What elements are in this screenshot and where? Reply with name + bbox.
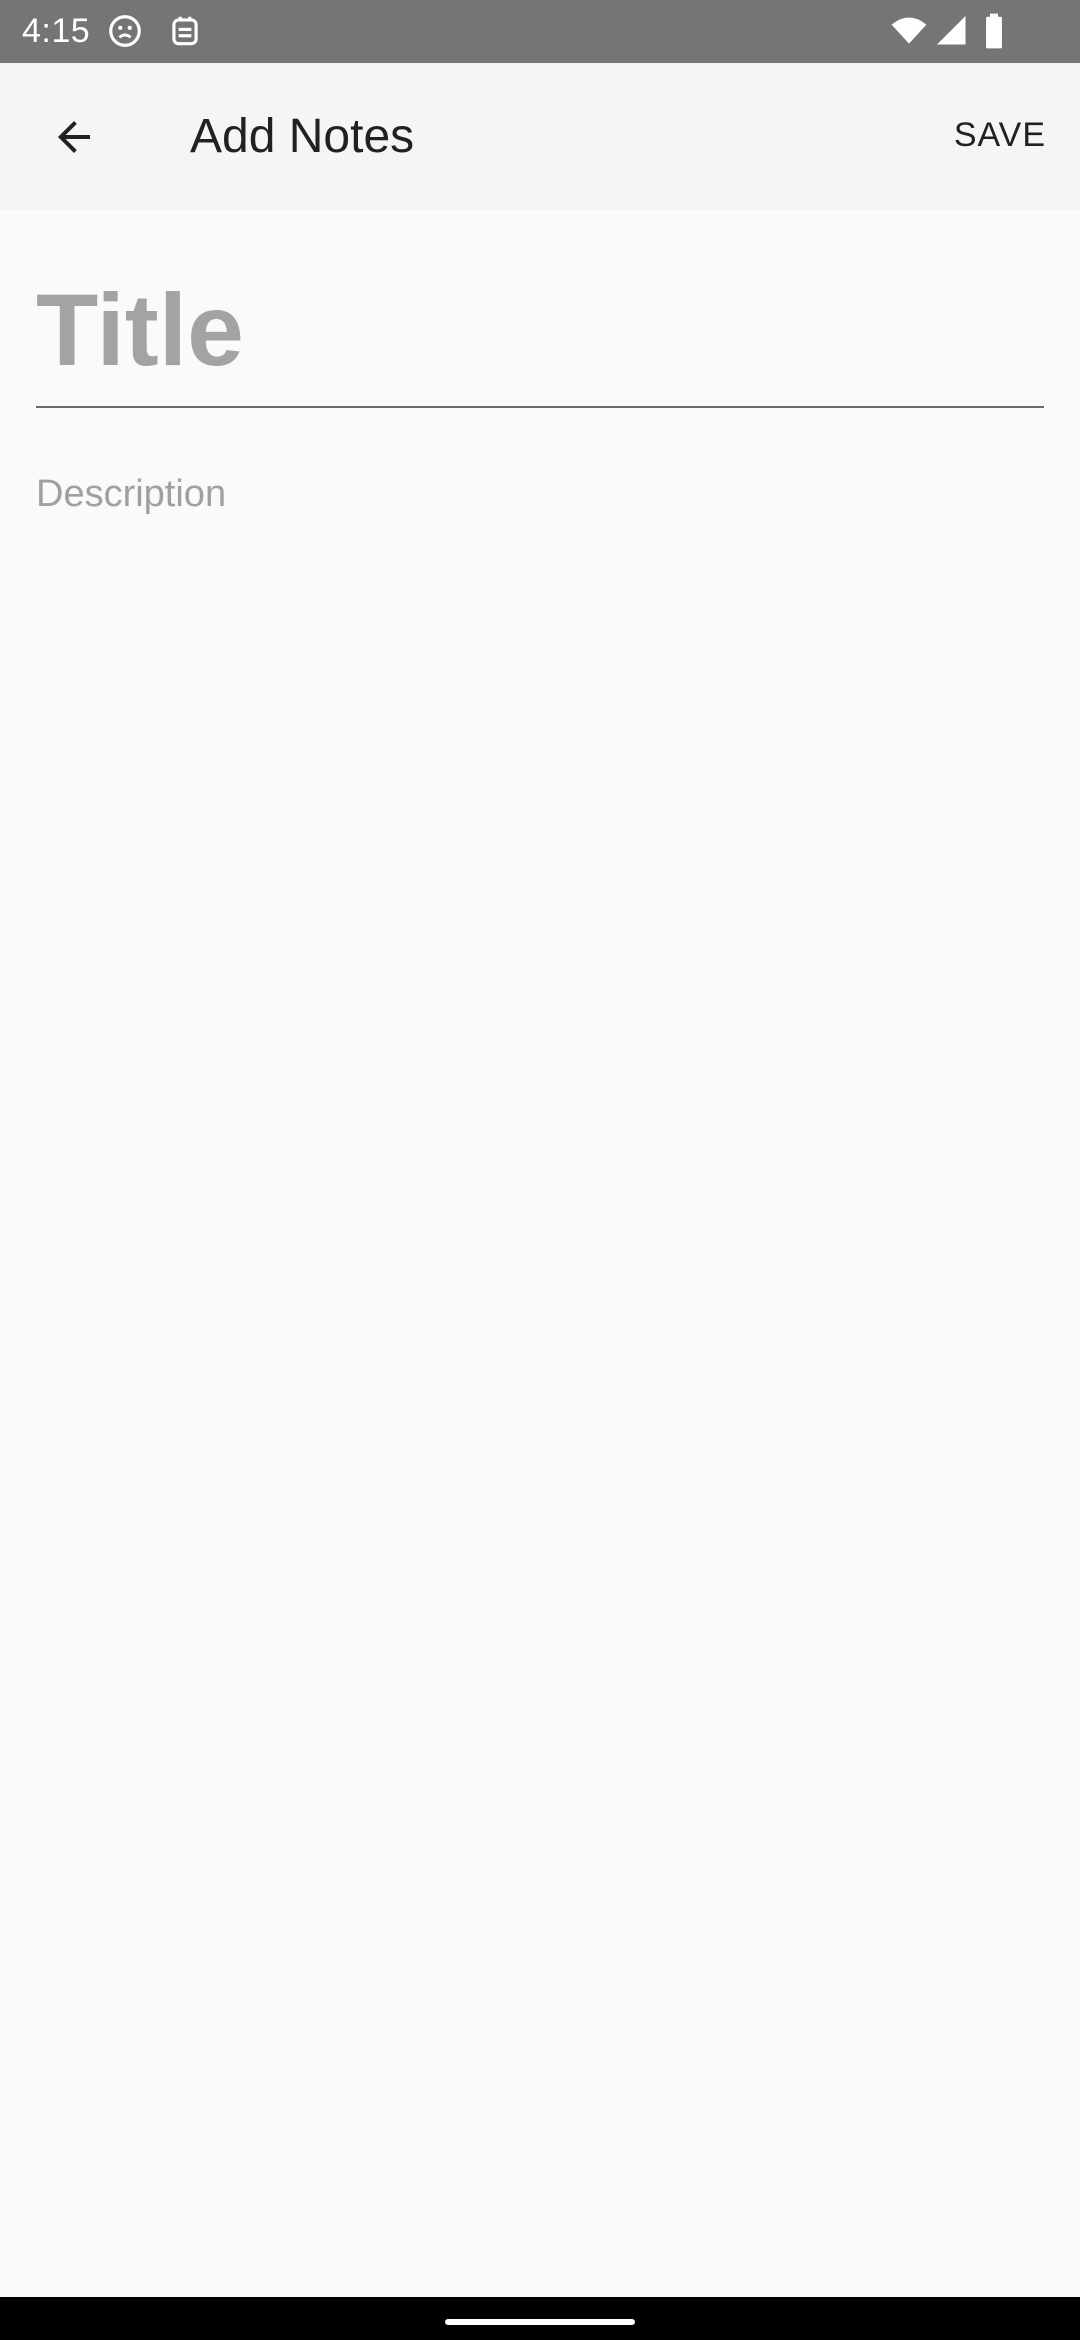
- face-icon: [109, 15, 141, 47]
- save-button[interactable]: SAVE: [954, 111, 1046, 159]
- description-input[interactable]: [36, 468, 1044, 2248]
- title-field: [36, 210, 1044, 410]
- arrow-back-icon: [58, 121, 90, 153]
- notification-app-icon: [172, 16, 198, 46]
- wifi-icon: [891, 17, 927, 44]
- title-input[interactable]: [36, 270, 1044, 390]
- back-button[interactable]: [34, 101, 114, 173]
- page-title: Add Notes: [190, 110, 415, 163]
- navigation-bar: [0, 2297, 1080, 2340]
- home-gesture-handle[interactable]: [445, 2319, 635, 2325]
- title-underline: [36, 406, 1044, 408]
- battery-icon: [986, 13, 1002, 49]
- status-time: 4:15: [22, 12, 91, 50]
- cellular-signal-icon: [937, 16, 966, 45]
- app-bar: Add Notes SAVE: [0, 63, 1080, 210]
- status-bar: 4:15: [0, 0, 1080, 63]
